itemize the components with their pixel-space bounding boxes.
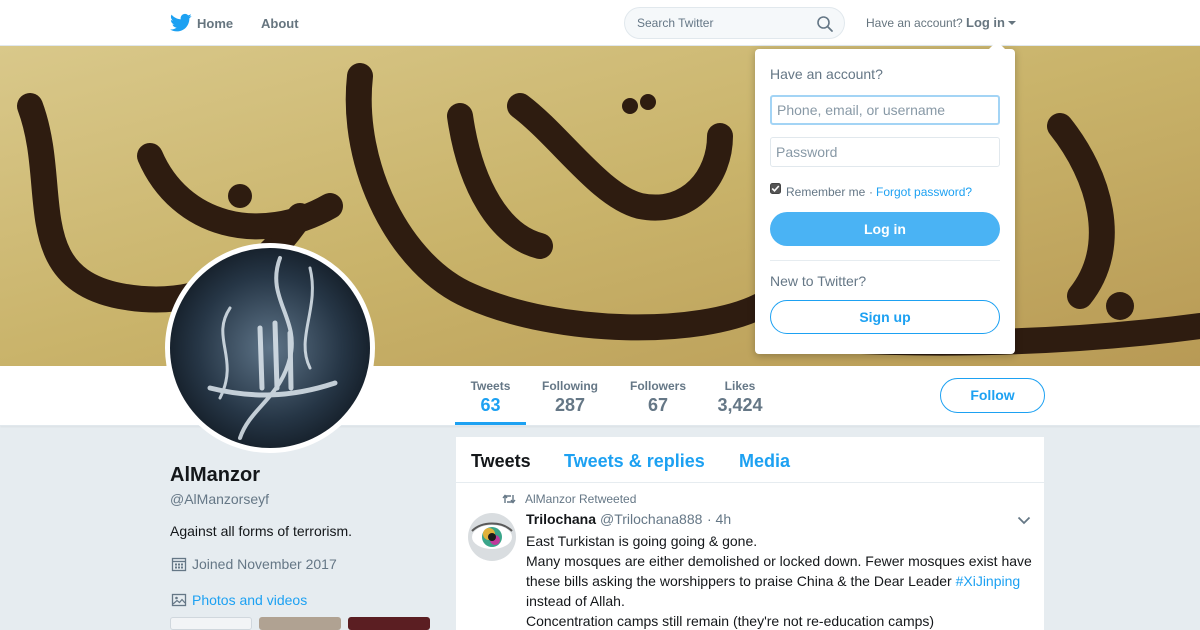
divider [770,260,1000,261]
top-navigation-bar: Home About Search Twitter Have an accoun… [0,0,1200,46]
avatar-image [170,248,370,448]
calendar-icon [171,557,187,572]
signup-button[interactable]: Sign up [770,300,1000,334]
media-thumbnail[interactable] [348,617,430,630]
tweet-line-text: these bills asking the worshippers to pr… [526,573,952,589]
follow-button[interactable]: Follow [940,378,1045,413]
profile-name[interactable]: AlManzor [170,464,260,487]
stat-label: Tweets [470,379,511,393]
search-icon[interactable] [816,15,834,33]
tweet-line: East Turkistan is going going & gone. [526,533,758,549]
remember-me-checkbox[interactable] [770,183,781,194]
remember-me-label[interactable]: Remember me [786,185,865,199]
photos-and-videos-link[interactable]: Photos and videos [192,592,307,608]
tweet-timestamp[interactable]: · 4h [707,511,731,527]
media-thumbnail[interactable] [259,617,341,630]
nav-home-link[interactable]: Home [197,16,233,31]
login-heading: Have an account? [770,66,883,82]
stat-value: 63 [480,395,501,415]
have-account-text: Have an account? [866,16,963,30]
search-input[interactable]: Search Twitter [637,16,713,30]
stat-label: Followers [629,379,686,393]
twitter-bird-icon[interactable] [170,13,192,33]
tweet-line: instead of Allah. [526,593,625,609]
search-box[interactable]: Search Twitter [624,7,845,39]
separator-dot: · [869,185,873,199]
stat-value: 67 [647,395,669,415]
timeline-tabs: Tweets Tweets & replies Media [456,437,1044,483]
forgot-password-link[interactable]: Forgot password? [876,185,972,199]
timeline: Tweets Tweets & replies Media AlManzor R… [456,437,1044,630]
tweet-line: these bills asking the worshippers to pr… [526,571,1036,591]
stat-tweets[interactable]: Tweets 63 [455,366,526,425]
stat-value: 287 [554,395,586,415]
chevron-down-icon[interactable] [1017,515,1031,525]
tab-tweets-and-replies[interactable]: Tweets & replies [564,451,705,472]
stat-label: Likes [724,379,756,393]
nav-about-link[interactable]: About [261,16,299,31]
caret-down-icon[interactable] [1008,21,1016,25]
login-button[interactable]: Log in [770,212,1000,246]
username-field[interactable] [770,95,1000,125]
stat-value: 3,424 [717,395,763,415]
stat-following[interactable]: Following 287 [534,366,606,425]
hashtag-link[interactable]: #XiJinping [956,573,1021,589]
profile-avatar[interactable] [165,243,375,453]
tweet-author-avatar[interactable] [468,513,516,561]
tweet-text: East Turkistan is going going & gone. Ma… [526,531,1036,630]
retweet-icon [502,494,516,504]
tab-tweets[interactable]: Tweets [471,451,531,472]
login-dropdown-toggle[interactable]: Log in [966,15,1005,30]
profile-joined-date: Joined November 2017 [192,556,337,572]
tweet-author-handle[interactable]: @Trilochana888 [600,511,702,527]
profile-bio: Against all forms of terrorism. [170,523,353,539]
stat-label: Following [542,379,598,393]
tweet-line: Many mosques are either demolished or lo… [526,553,1032,569]
new-to-twitter-heading: New to Twitter? [770,273,867,289]
stat-likes[interactable]: Likes 3,424 [710,366,770,425]
password-field[interactable] [770,137,1000,167]
stat-followers[interactable]: Followers 67 [622,366,694,425]
retweeted-by-label[interactable]: AlManzor Retweeted [525,492,636,506]
tweet-author-name[interactable]: Trilochana [526,511,596,527]
login-dropdown: Have an account? Remember me · Forgot pa… [755,41,1015,354]
profile-handle[interactable]: @AlManzorseyf [170,491,269,507]
tweet-line: Concentration camps still remain (they'r… [526,613,935,629]
media-thumbnail[interactable] [170,617,252,630]
eye-image [468,513,516,561]
tab-media[interactable]: Media [739,451,790,472]
photo-icon [171,593,187,607]
